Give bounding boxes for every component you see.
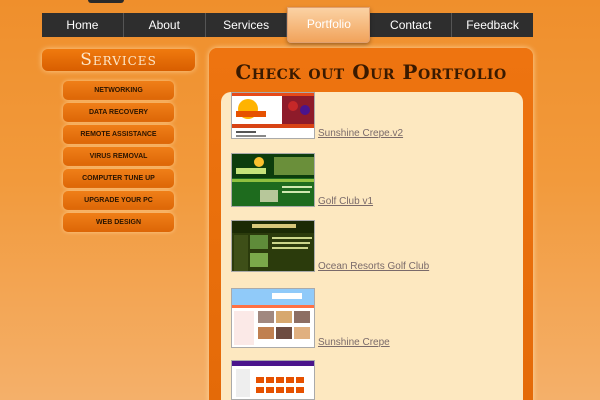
service-virus-removal[interactable]: VIRUS REMOVAL [63,147,174,166]
service-networking[interactable]: NETWORKING [63,81,174,100]
portfolio-link[interactable]: Golf Club v1 [318,196,373,207]
portfolio-item: Golf Club v1 [231,153,373,207]
service-upgrade-pc[interactable]: UPGRADE YOUR PC [63,191,174,210]
nav-feedback[interactable]: Feedback [452,13,533,37]
portfolio-link[interactable]: Ocean Resorts Golf Club [318,261,429,272]
nav-about[interactable]: About [124,13,206,37]
nav-portfolio-label: Portfolio [306,17,351,31]
portfolio-link[interactable]: Sunshine Crepe.v2 [318,128,403,139]
sidebar-title: Services [42,49,195,71]
service-web-design[interactable]: WEB DESIGN [63,213,174,232]
nav-services[interactable]: Services [206,13,288,37]
portfolio-item: Sunshine Crepe [231,288,390,348]
portfolio-item: Sunshine Crepe.v2 [231,92,403,139]
portfolio-thumbnail[interactable] [231,92,315,139]
portfolio-item [231,360,318,400]
portfolio-list: Sunshine Crepe.v2 Golf Club v1 Ocean Res… [221,92,523,400]
logo-fragment [88,0,124,3]
service-data-recovery[interactable]: DATA RECOVERY [63,103,174,122]
portfolio-panel: Check out Our Portfolio Sunshine Crepe.v… [209,48,533,400]
portfolio-thumbnail[interactable] [231,153,315,207]
portfolio-thumbnail[interactable] [231,288,315,348]
portfolio-link[interactable]: Sunshine Crepe [318,337,390,348]
portfolio-item: Ocean Resorts Golf Club [231,220,429,272]
service-remote-assistance[interactable]: REMOTE ASSISTANCE [63,125,174,144]
service-computer-tune-up[interactable]: COMPUTER TUNE UP [63,169,174,188]
portfolio-thumbnail[interactable] [231,360,315,400]
nav-home[interactable]: Home [42,13,124,37]
page-title: Check out Our Portfolio [235,60,507,84]
nav-contact[interactable]: Contact [370,13,453,37]
portfolio-thumbnail[interactable] [231,220,315,272]
services-list: NETWORKING DATA RECOVERY REMOTE ASSISTAN… [63,81,174,235]
main-nav: Home About Services Portfolio Contact Fe… [42,7,533,43]
nav-portfolio[interactable]: Portfolio [287,7,371,43]
